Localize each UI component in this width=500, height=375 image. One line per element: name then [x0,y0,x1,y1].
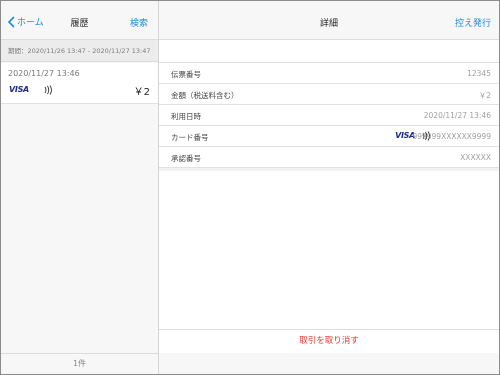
approval-number-label: 承認番号 [171,154,201,163]
detail-bottom-bar [159,353,499,374]
app-window: ホーム 履歴 検索 期間：2020/11/26 13:47 - 2020/11/… [0,0,500,375]
usage-datetime-value: 2020/11/27 13:46 [423,111,491,120]
detail-empty-area [159,171,499,329]
usage-datetime-row: 利用日時 2020/11/27 13:46 [159,105,499,126]
card-number-row: カード番号 VISA 999999XXXXXX9999 [159,126,499,147]
approval-number-row: 承認番号 XXXXXX [159,147,499,168]
history-item-date: 2020/11/27 13:46 [8,69,80,78]
detail-title: 詳細 [319,19,338,29]
slip-number-row: 伝票番号 12345 [159,63,499,84]
card-number-label: カード番号 [171,133,209,142]
detail-table: 伝票番号 12345 金額（税送料含む） ￥2 利用日時 2020/11/27 … [159,62,499,168]
history-navbar: ホーム 履歴 検索 [1,1,158,40]
slip-number-label: 伝票番号 [171,70,201,79]
card-number-value: 999999XXXXXX9999 [412,132,491,141]
visa-logo: VISA [9,85,29,94]
history-item-amount: ￥2 [133,87,150,98]
slip-number-value: 12345 [467,69,491,78]
amount-value: ￥2 [478,91,491,100]
amount-row: 金額（税送料含む） ￥2 [159,84,499,105]
history-count: 1件 [1,353,158,374]
detail-navbar: 詳細 控え発行 [159,1,499,40]
history-pane: ホーム 履歴 検索 期間：2020/11/26 13:47 - 2020/11/… [1,1,159,374]
usage-datetime-label: 利用日時 [171,112,201,121]
amount-label: 金額（税送料含む） [171,91,239,100]
detail-spacer [159,40,499,62]
history-list-item[interactable]: 2020/11/27 13:46 VISA ￥2 [1,63,158,104]
cancel-transaction-button[interactable]: 取引を取り消す [159,329,499,354]
issue-receipt-button[interactable]: 控え発行 [455,16,491,29]
approval-number-value: XXXXXX [460,153,491,162]
search-button[interactable]: 検索 [130,16,148,29]
history-list-empty-area [1,104,158,355]
contactless-icon [44,85,52,95]
detail-pane: 詳細 控え発行 伝票番号 12345 金額（税送料含む） ￥2 利用日時 202… [159,1,499,374]
period-range: 期間：2020/11/26 13:47 - 2020/11/27 13:47 [1,40,158,62]
